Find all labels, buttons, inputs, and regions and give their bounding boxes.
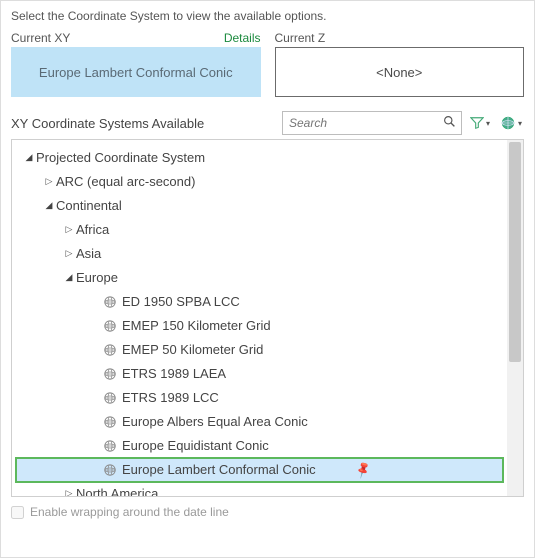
tree-leaf[interactable]: EMEP 150 Kilometer Grid	[16, 314, 505, 338]
current-z-section: Current Z <None>	[275, 31, 525, 97]
globe-icon	[102, 294, 118, 310]
instruction-text: Select the Coordinate System to view the…	[11, 9, 524, 23]
tree-node-arc[interactable]: ARC (equal arc-second)	[16, 170, 505, 194]
tree-node-asia[interactable]: Asia	[16, 242, 505, 266]
wrap-checkbox	[11, 506, 24, 519]
scrollbar-thumb[interactable]	[509, 142, 521, 362]
search-input[interactable]	[282, 111, 462, 135]
tree-label: Asia	[76, 245, 101, 263]
globe-icon	[102, 390, 118, 406]
globe-icon	[102, 438, 118, 454]
tree-node-africa[interactable]: Africa	[16, 218, 505, 242]
chevron-down-icon: ▾	[518, 119, 522, 128]
expand-icon[interactable]	[62, 246, 76, 261]
current-z-box[interactable]: <None>	[275, 47, 525, 97]
expand-icon[interactable]	[42, 198, 56, 213]
current-xy-section: Current XY Details Europe Lambert Confor…	[11, 31, 261, 97]
expand-icon[interactable]	[42, 174, 56, 189]
details-link[interactable]: Details	[224, 31, 261, 45]
filter-button[interactable]: ▾	[468, 113, 492, 133]
wrap-label: Enable wrapping around the date line	[30, 505, 229, 519]
tree-node-continental[interactable]: Continental	[16, 194, 505, 218]
tree-leaf[interactable]: ETRS 1989 LAEA	[16, 362, 505, 386]
tree-leaf-label: Europe Albers Equal Area Conic	[122, 413, 308, 431]
expand-icon[interactable]	[62, 270, 76, 285]
tree-label: Africa	[76, 221, 109, 239]
tree-leaf-label: EMEP 50 Kilometer Grid	[122, 341, 263, 359]
globe-add-button[interactable]: ▾	[498, 112, 524, 134]
tree-panel: Projected Coordinate System ARC (equal a…	[11, 139, 524, 497]
tree-node-projected[interactable]: Projected Coordinate System	[16, 146, 505, 170]
tree-leaf-label: EMEP 150 Kilometer Grid	[122, 317, 271, 335]
tree-leaf-label: Europe Lambert Conformal Conic	[122, 461, 316, 479]
tree-node-europe[interactable]: Europe	[16, 266, 505, 290]
tree-leaf-label: ETRS 1989 LAEA	[122, 365, 226, 383]
globe-icon	[102, 318, 118, 334]
globe-icon	[102, 414, 118, 430]
expand-icon[interactable]	[62, 486, 76, 497]
current-xy-box[interactable]: Europe Lambert Conformal Conic	[11, 47, 261, 97]
tree-leaf[interactable]: Europe Albers Equal Area Conic	[16, 410, 505, 434]
current-z-value: <None>	[376, 65, 422, 80]
expand-icon[interactable]	[22, 150, 36, 165]
tree-leaf[interactable]: ED 1950 SPBA LCC	[16, 290, 505, 314]
tree-label: North America	[76, 485, 158, 497]
pin-icon[interactable]: 📌	[352, 459, 373, 481]
tree-leaf[interactable]: Europe Lambert Conformal Conic 📌	[16, 458, 503, 482]
tree-leaf[interactable]: EMEP 50 Kilometer Grid	[16, 338, 505, 362]
globe-icon	[102, 342, 118, 358]
current-z-label: Current Z	[275, 31, 326, 45]
tree-label: Projected Coordinate System	[36, 149, 205, 167]
tree-node-north-america[interactable]: North America	[16, 482, 505, 497]
tree-label: Continental	[56, 197, 122, 215]
tree-leaf[interactable]: Europe Equidistant Conic	[16, 434, 505, 458]
tree-label: Europe	[76, 269, 118, 287]
current-xy-label: Current XY	[11, 31, 70, 45]
expand-icon[interactable]	[62, 222, 76, 237]
globe-icon	[102, 366, 118, 382]
coordinate-system-tree: Projected Coordinate System ARC (equal a…	[12, 140, 523, 497]
tree-leaf-label: ETRS 1989 LCC	[122, 389, 219, 407]
tree-leaf-label: Europe Equidistant Conic	[122, 437, 269, 455]
chevron-down-icon: ▾	[486, 119, 490, 128]
globe-icon	[102, 462, 118, 478]
scrollbar-track[interactable]	[507, 140, 523, 496]
available-label: XY Coordinate Systems Available	[11, 116, 276, 131]
current-xy-value: Europe Lambert Conformal Conic	[39, 65, 233, 80]
tree-leaf-label: ED 1950 SPBA LCC	[122, 293, 240, 311]
tree-label: ARC (equal arc-second)	[56, 173, 195, 191]
tree-leaf[interactable]: ETRS 1989 LCC	[16, 386, 505, 410]
